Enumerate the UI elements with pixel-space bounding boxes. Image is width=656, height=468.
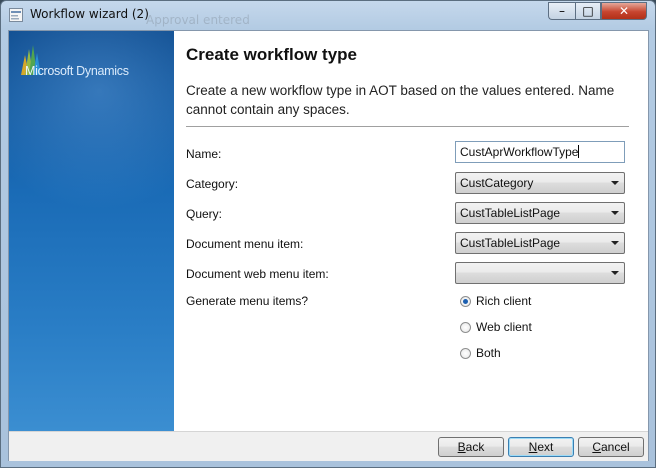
- name-label: Name:: [186, 147, 222, 161]
- close-button[interactable]: ✕: [601, 2, 647, 20]
- radio-web-client-label: Web client: [476, 320, 532, 334]
- page-title: Create workflow type: [186, 45, 357, 64]
- query-value: CustTableListPage: [460, 206, 561, 220]
- page-description: Create a new workflow type in AOT based …: [186, 83, 615, 117]
- category-value: CustCategory: [460, 176, 534, 190]
- next-button[interactable]: Next: [508, 437, 574, 457]
- logo-text: Microsoft Dynamics: [25, 64, 129, 78]
- cancel-button[interactable]: Cancel: [578, 437, 644, 457]
- minimize-button[interactable]: –: [548, 2, 575, 20]
- background-ghost-text: Approval entered: [146, 13, 250, 27]
- workflow-wizard-window: Workflow wizard (2) Approval entered – □…: [0, 0, 656, 468]
- microsoft-dynamics-logo-icon: [21, 45, 41, 75]
- radio-unselected-icon: [460, 321, 471, 333]
- chevron-down-icon: [611, 181, 619, 185]
- back-hotkey: B: [457, 440, 466, 454]
- chevron-down-icon: [611, 241, 619, 245]
- radio-rich-client[interactable]: Rich client: [460, 294, 531, 308]
- wizard-banner: Microsoft Dynamics: [9, 31, 174, 431]
- window-title: Workflow wizard (2): [30, 7, 149, 21]
- query-label: Query:: [186, 207, 223, 221]
- back-button[interactable]: Back: [438, 437, 504, 457]
- name-input[interactable]: CustAprWorkflowType: [455, 141, 625, 163]
- name-input-value: CustAprWorkflowType: [460, 145, 579, 159]
- radio-both[interactable]: Both: [460, 346, 501, 360]
- generate-menu-items-label: Generate menu items?: [186, 294, 309, 308]
- close-icon: ✕: [618, 4, 630, 18]
- cancel-label-rest: ancel: [600, 440, 630, 454]
- maximize-icon: □: [582, 4, 594, 18]
- radio-selected-icon: [460, 295, 471, 307]
- chevron-down-icon: [611, 211, 619, 215]
- text-caret: [578, 145, 580, 158]
- document-menu-item-value: CustTableListPage: [460, 236, 561, 250]
- wizard-footer: Back Next Cancel: [9, 431, 648, 461]
- query-combobox[interactable]: CustTableListPage: [455, 202, 625, 224]
- title-bar[interactable]: Workflow wizard (2) Approval entered – □…: [1, 1, 655, 29]
- back-label-rest: ack: [465, 440, 485, 454]
- minimize-icon: –: [559, 4, 565, 18]
- maximize-button[interactable]: □: [575, 2, 601, 20]
- next-label-rest: ext: [537, 440, 554, 454]
- wizard-client-area: Microsoft Dynamics Create workflow type …: [8, 30, 649, 461]
- category-combobox[interactable]: CustCategory: [455, 172, 625, 194]
- header-divider: [186, 126, 629, 127]
- document-web-menu-item-label: Document web menu item:: [186, 267, 329, 281]
- document-menu-item-label: Document menu item:: [186, 237, 304, 251]
- document-menu-item-combobox[interactable]: CustTableListPage: [455, 232, 625, 254]
- document-web-menu-item-combobox[interactable]: [455, 262, 625, 284]
- app-icon: [9, 8, 23, 22]
- cancel-hotkey: C: [592, 440, 601, 454]
- chevron-down-icon: [611, 271, 619, 275]
- radio-unselected-icon: [460, 347, 471, 359]
- category-label: Category:: [186, 177, 239, 191]
- radio-rich-client-label: Rich client: [476, 294, 532, 308]
- radio-web-client[interactable]: Web client: [460, 320, 532, 334]
- radio-both-label: Both: [476, 346, 501, 360]
